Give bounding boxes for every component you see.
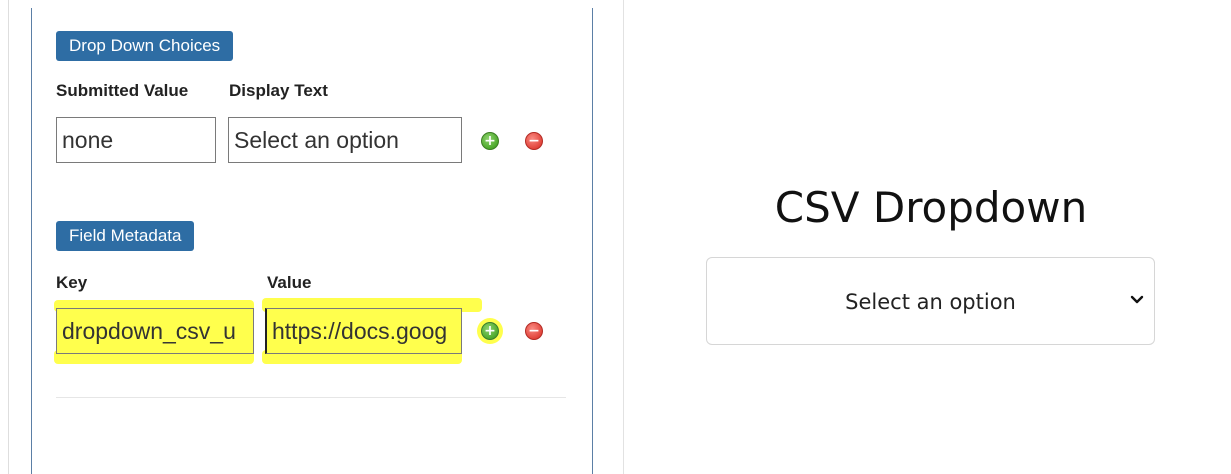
submitted-value-header: Submitted Value	[56, 81, 189, 100]
add-metadata-button[interactable]: +	[481, 322, 499, 340]
metadata-value-input[interactable]: https://docs.goog	[265, 308, 462, 354]
plus-circle-icon: +	[484, 323, 496, 339]
chevron-down-icon	[1130, 295, 1144, 304]
plus-circle-icon: +	[484, 133, 496, 149]
preview-title: CSV Dropdown	[774, 183, 1088, 232]
remove-metadata-button[interactable]: −	[525, 322, 543, 340]
field-metadata-badge: Field Metadata	[56, 221, 195, 251]
add-choice-button[interactable]: +	[481, 132, 499, 150]
remove-choice-button[interactable]: −	[525, 132, 543, 150]
display-text-input[interactable]: Select an option	[228, 117, 462, 163]
metadata-key-input[interactable]: dropdown_csv_u	[56, 308, 254, 354]
drop-down-choices-badge: Drop Down Choices	[56, 31, 234, 61]
preview-divider-line	[623, 0, 624, 474]
csv-dropdown-select[interactable]: Select an option	[706, 257, 1155, 345]
minus-circle-icon: −	[528, 323, 540, 339]
panel-right-border	[592, 8, 593, 474]
key-header: Key	[56, 273, 88, 292]
section-divider	[56, 397, 566, 398]
minus-circle-icon: −	[528, 133, 540, 149]
submitted-value-input[interactable]: none	[56, 117, 216, 163]
select-selected-value: Select an option	[845, 290, 1016, 314]
panel-left-border	[31, 8, 32, 474]
value-header: Value	[267, 273, 312, 292]
display-text-header: Display Text	[229, 81, 328, 100]
outer-border-line	[8, 0, 9, 474]
